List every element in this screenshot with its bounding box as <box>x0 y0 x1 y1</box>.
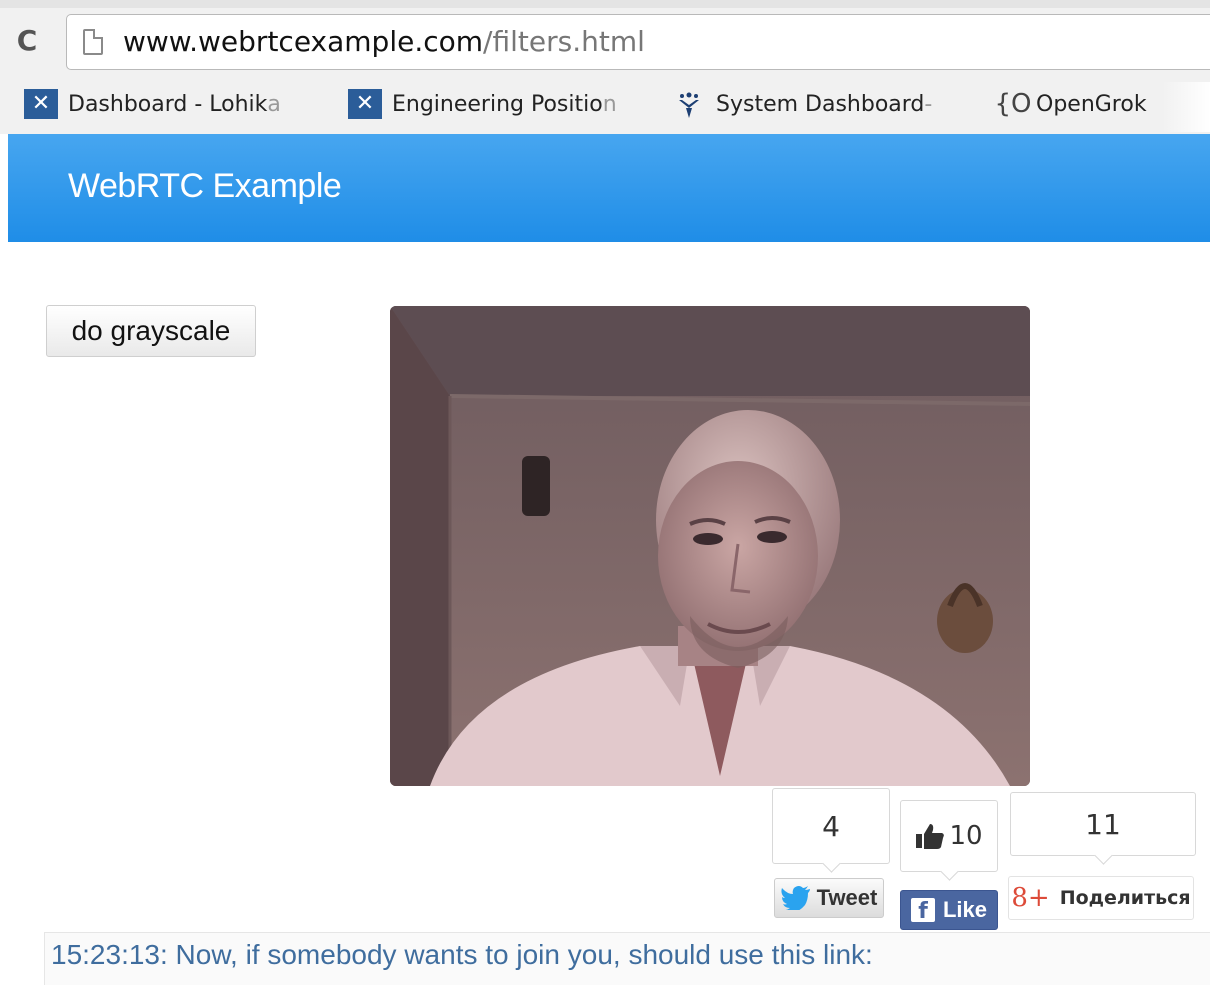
like-label: Like <box>942 897 988 922</box>
bookmarks-bar: ✕ Dashboard - Lohik a ✕ Engineering Posit… <box>0 82 1210 130</box>
facebook-icon: f <box>910 898 935 922</box>
jira-icon: ✕ <box>24 89 58 119</box>
share-count-bubble: 11 <box>1010 792 1196 865</box>
url-path: /filters.html <box>483 25 645 58</box>
share-count: 11 <box>1085 807 1121 841</box>
page-icon <box>83 29 103 55</box>
bookmark-system-dashboard[interactable]: System Dashboard - <box>672 82 972 126</box>
bookmark-engineering-positions[interactable]: ✕ Engineering Positio n <box>348 82 648 126</box>
bookmark-label: Dashboard - Lohik <box>68 91 268 117</box>
like-count-bubble: 10 <box>900 800 998 881</box>
browser-chrome: C www.webrtcexample.com/filters.html ✕ D… <box>0 0 1210 134</box>
bubble-tail <box>940 862 959 881</box>
site-title[interactable]: WebRTC Example <box>68 166 342 206</box>
tweet-button[interactable]: Tweet <box>774 878 884 918</box>
url-text[interactable]: www.webrtcexample.com/filters.html <box>123 25 645 59</box>
bubble-tail <box>1094 846 1113 865</box>
site-header: WebRTC Example <box>8 134 1210 242</box>
log-panel: 15:23:13: Now, if somebody wants to join… <box>44 932 1210 985</box>
share-label: Поделиться <box>1059 887 1191 909</box>
bookmark-label: System Dashboard <box>716 91 925 117</box>
tweet-count: 4 <box>822 809 840 843</box>
reload-icon[interactable]: C <box>10 24 44 58</box>
bookmark-label-fade: - <box>924 91 933 117</box>
tab-strip <box>0 0 1210 8</box>
log-line: 15:23:13: Now, if somebody wants to join… <box>51 939 873 970</box>
bubble-tail <box>822 854 841 873</box>
bookmark-label-fade: n <box>602 91 617 117</box>
twitter-bird-icon <box>780 886 810 910</box>
gplus-icon: 8+ <box>1011 883 1050 913</box>
webcam-video <box>390 306 1030 786</box>
bookmark-label: OpenGrok <box>1036 91 1147 117</box>
gplus-share-button[interactable]: 8+ Поделиться <box>1008 876 1194 920</box>
brace-icon: {O <box>996 89 1032 119</box>
jira-icon: ✕ <box>348 89 382 119</box>
webcam-frame-image <box>390 306 1030 786</box>
bookmark-label-fade: a <box>267 91 281 117</box>
url-host: www.webrtcexample.com <box>123 25 484 58</box>
like-count: 10 <box>949 821 983 851</box>
bookmark-dashboard-lohika[interactable]: ✕ Dashboard - Lohik a <box>24 82 324 126</box>
bookmark-opengrok[interactable]: {O OpenGrok <box>996 82 1186 126</box>
tweet-label: Tweet <box>816 885 878 910</box>
bookmarks-fade <box>1162 82 1210 132</box>
address-bar[interactable]: www.webrtcexample.com/filters.html <box>66 14 1210 70</box>
confluence-icon <box>672 89 706 119</box>
bookmark-label: Engineering Positio <box>392 91 603 117</box>
tweet-count-bubble: 4 <box>772 788 890 873</box>
thumbs-up-icon <box>916 824 945 849</box>
grayscale-button[interactable]: do grayscale <box>46 305 256 357</box>
facebook-like-button[interactable]: f Like <box>900 890 998 930</box>
